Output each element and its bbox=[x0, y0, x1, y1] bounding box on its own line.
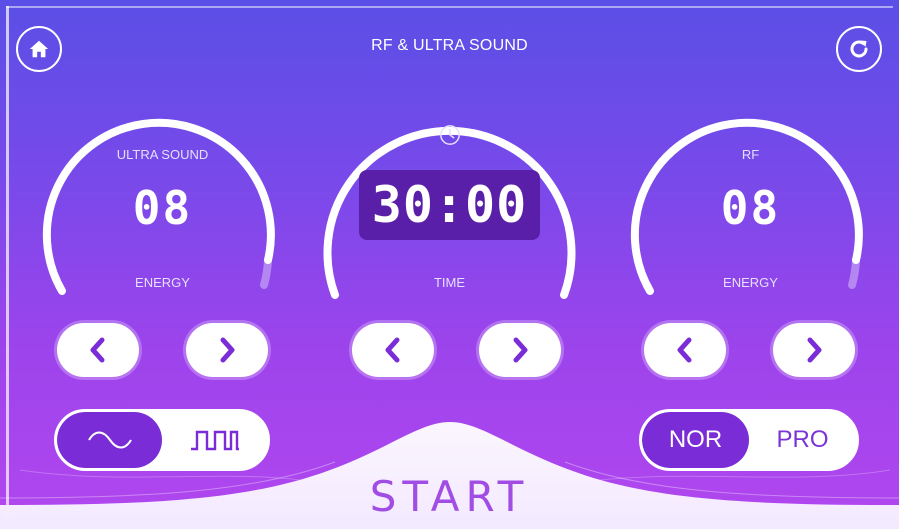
home-icon bbox=[29, 40, 49, 58]
square-wave-option[interactable] bbox=[162, 412, 267, 468]
rf-label: RF bbox=[741, 147, 760, 162]
square-wave-icon bbox=[190, 430, 239, 451]
page-title: RF & ULTRA SOUND bbox=[371, 37, 528, 54]
timer-decrease-button[interactable] bbox=[352, 323, 434, 377]
rf-decrease-button[interactable] bbox=[644, 323, 726, 377]
app-screen: RF & ULTRA SOUND ULTRA SOUND 08 ENERGY 3… bbox=[0, 0, 899, 529]
ultrasound-value: 08 bbox=[132, 181, 193, 235]
sine-wave-icon bbox=[87, 431, 132, 449]
rf-value: 08 bbox=[720, 181, 781, 235]
ultrasound-label: ULTRA SOUND bbox=[116, 147, 209, 162]
mode-option-pro[interactable]: PRO bbox=[749, 412, 856, 468]
chevron-right-icon bbox=[513, 337, 528, 363]
chevron-right-icon bbox=[220, 337, 235, 363]
timer-time-label: TIME bbox=[433, 275, 466, 290]
timer-value: 30:00 bbox=[371, 176, 528, 234]
mode-option-nor[interactable]: NOR bbox=[642, 412, 749, 468]
ultrasound-dial: ULTRA SOUND 08 ENERGY bbox=[40, 95, 285, 305]
clock-icon bbox=[440, 125, 460, 145]
chevron-right-icon bbox=[807, 337, 822, 363]
home-button[interactable] bbox=[16, 26, 62, 72]
mode-toggle: NOR PRO bbox=[639, 409, 859, 471]
rf-dial: RF 08 ENERGY bbox=[628, 95, 873, 305]
chevron-left-icon bbox=[385, 337, 400, 363]
rf-energy-label: ENERGY bbox=[723, 275, 778, 290]
ultrasound-energy-label: ENERGY bbox=[135, 275, 190, 290]
ultrasound-increase-button[interactable] bbox=[186, 323, 268, 377]
wave-type-toggle bbox=[54, 409, 270, 471]
chevron-left-icon bbox=[677, 337, 692, 363]
start-button[interactable]: START bbox=[0, 472, 899, 521]
ultrasound-decrease-button[interactable] bbox=[57, 323, 139, 377]
timer-display: 30:00 bbox=[359, 170, 540, 240]
timer-increase-button[interactable] bbox=[479, 323, 561, 377]
rf-increase-button[interactable] bbox=[773, 323, 855, 377]
chevron-left-icon bbox=[90, 337, 105, 363]
timer-dial: 30:00 TIME bbox=[317, 90, 582, 305]
sine-wave-option[interactable] bbox=[57, 412, 162, 468]
refresh-icon bbox=[850, 40, 868, 58]
refresh-button[interactable] bbox=[836, 26, 882, 72]
